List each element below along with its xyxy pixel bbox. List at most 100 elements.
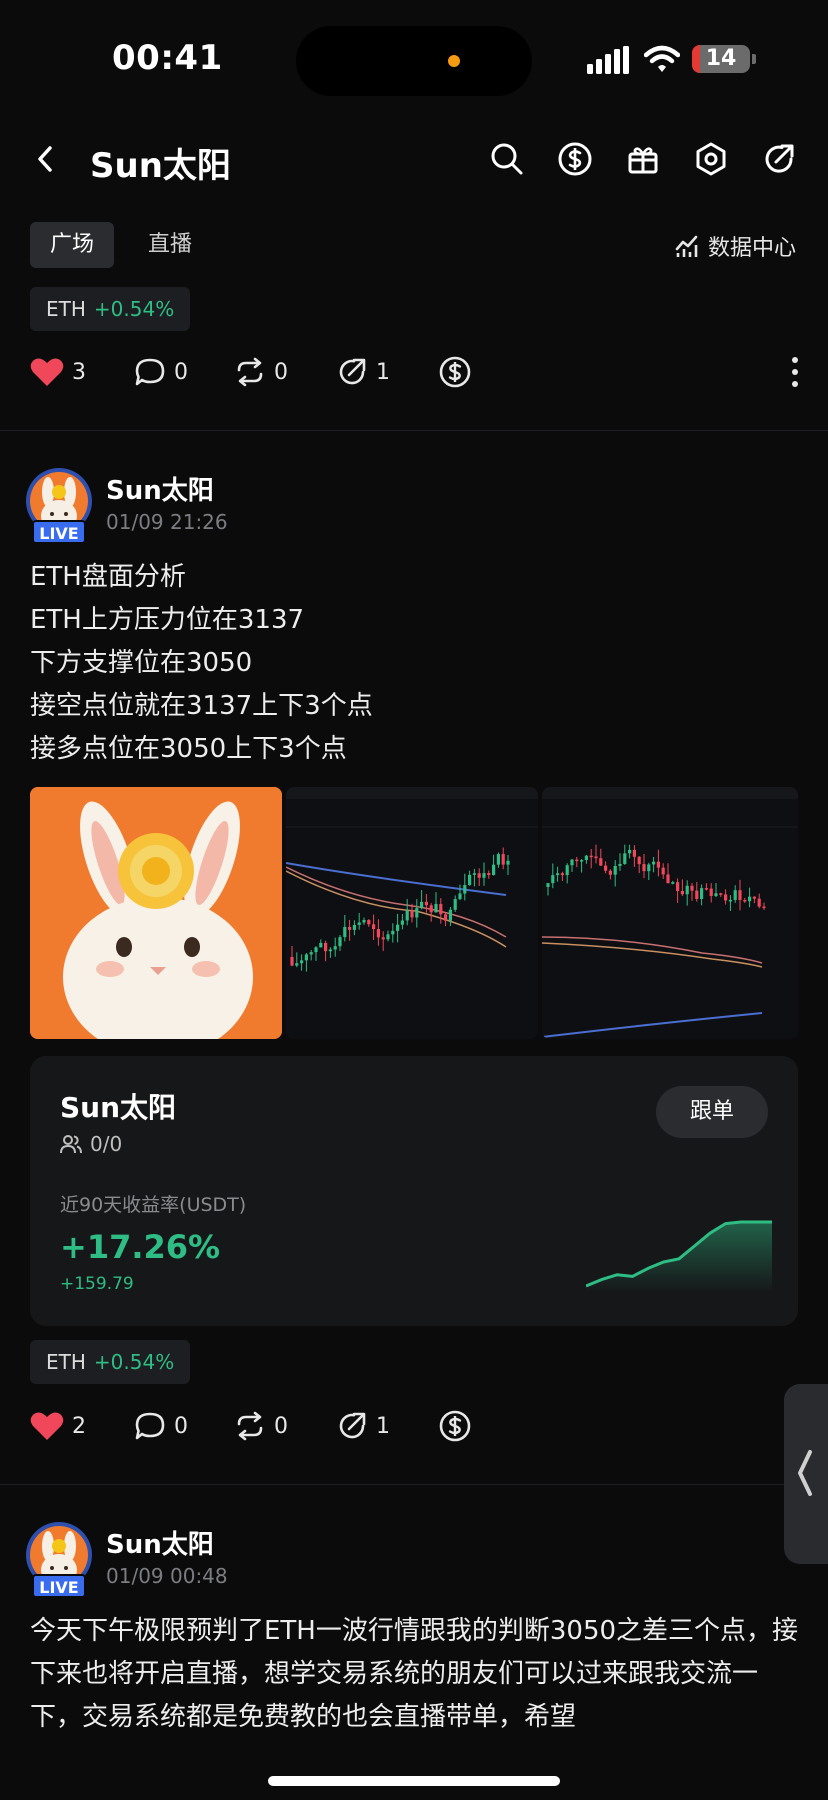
post-divider	[0, 1484, 828, 1485]
coin-tag[interactable]: ETH +0.54%	[30, 1340, 191, 1384]
candle-body	[482, 873, 486, 878]
candle-body	[551, 875, 555, 884]
yield-label: 近90天收益率(USDT)	[60, 1194, 247, 1216]
data-center-label: 数据中心	[707, 236, 796, 261]
repost-count: 0	[274, 359, 288, 385]
repost-icon	[237, 1411, 263, 1441]
repost-count: 0	[274, 1413, 288, 1439]
candle-body	[748, 896, 752, 902]
tab-square[interactable]: 广场	[30, 222, 115, 268]
copy-trade-button[interactable]: 跟单	[656, 1086, 768, 1138]
candle-body	[391, 930, 395, 935]
share-count: 1	[376, 1413, 390, 1439]
repost-button[interactable]: 0	[234, 1406, 288, 1446]
candle-body	[410, 910, 414, 918]
candle-body	[304, 954, 308, 961]
follower-count-value: 0/0	[90, 1132, 123, 1156]
candle-body	[570, 859, 574, 866]
candle-body	[604, 865, 608, 871]
candle-body	[439, 903, 443, 915]
battery-icon: 14	[692, 45, 750, 73]
candle-body	[700, 888, 704, 899]
candle-body	[300, 960, 304, 964]
comment-button[interactable]: 0	[134, 352, 188, 392]
share-icon	[339, 358, 366, 385]
data-center-link[interactable]: 数据中心	[674, 230, 796, 262]
like-button[interactable]: 3	[30, 352, 86, 392]
chevron-left-icon	[798, 1450, 812, 1496]
candle-body	[613, 865, 617, 875]
candle-body	[637, 856, 641, 865]
coin-tag[interactable]: ETH +0.54%	[30, 287, 191, 331]
like-button[interactable]: 2	[30, 1406, 86, 1446]
coin-change: +0.54%	[93, 297, 175, 321]
candle-body	[565, 865, 569, 876]
gift-icon[interactable]	[624, 140, 662, 178]
candle-body	[348, 926, 352, 930]
candle-body	[477, 873, 481, 878]
data-chart-icon	[675, 235, 698, 257]
candle-body	[671, 882, 675, 884]
candle-body	[685, 885, 689, 895]
candle-body	[728, 899, 732, 902]
author-name[interactable]: Sun太阳	[106, 1524, 214, 1561]
candle-body	[309, 952, 313, 955]
post-image-chart-1[interactable]	[286, 787, 538, 1039]
tip-button[interactable]	[438, 352, 472, 392]
candle-body	[448, 909, 452, 921]
author-name[interactable]: Sun太阳	[106, 470, 214, 507]
share-count: 1	[376, 359, 390, 385]
yield-sparkline	[586, 1220, 772, 1292]
candle-body	[314, 947, 318, 953]
battery-percent: 14	[705, 46, 737, 71]
post-actions: 3 0 0 1	[30, 352, 800, 392]
repost-button[interactable]: 0	[234, 352, 288, 392]
candle-body	[738, 890, 742, 901]
side-panel-handle[interactable]	[784, 1384, 828, 1564]
candle-body	[752, 896, 756, 899]
candle-body	[400, 920, 404, 925]
tab-live[interactable]: 直播	[128, 222, 212, 268]
tip-dollar-icon	[439, 356, 471, 388]
post-line: ETH上方压力位在3137	[30, 605, 305, 635]
candle-body	[546, 883, 550, 887]
candle-body	[709, 888, 713, 897]
candle-body	[386, 934, 390, 940]
post-image-rabbit[interactable]	[30, 787, 282, 1039]
candle-body	[690, 885, 694, 891]
candle-body	[453, 899, 457, 910]
back-arrow-icon[interactable]	[32, 140, 60, 178]
comment-button[interactable]: 0	[134, 1406, 188, 1446]
candle-body	[343, 926, 347, 938]
candle-body	[666, 874, 670, 884]
candle-body	[444, 914, 448, 921]
status-bar: 00:41 14	[0, 0, 828, 110]
candle-body	[290, 957, 294, 966]
post-body: 今天下午极限预判了ETH一波行情跟我的判断3050之差三个点，接下来也将开启直播…	[30, 1616, 799, 1732]
post-line: ETH盘面分析	[30, 562, 186, 592]
candle-body	[319, 942, 323, 948]
status-time: 00:41	[112, 38, 223, 78]
search-icon[interactable]	[488, 140, 526, 178]
trader-name: Sun太阳	[60, 1091, 177, 1124]
candle-body	[589, 855, 593, 858]
share-button[interactable]: 1	[336, 1406, 390, 1446]
share-button[interactable]: 1	[336, 352, 390, 392]
dollar-circle-icon[interactable]	[556, 140, 594, 178]
post-image-chart-2[interactable]	[542, 787, 798, 1039]
candle-body	[632, 849, 636, 857]
dynamic-island	[296, 26, 532, 96]
copy-trade-card[interactable]: Sun太阳 0/0 跟单 近90天收益率(USDT) +17.26% +159.…	[30, 1056, 798, 1326]
more-vertical-icon[interactable]	[790, 356, 800, 388]
candle-body	[733, 890, 737, 900]
candle-body	[429, 905, 433, 913]
candle-body	[381, 937, 385, 940]
cellular-signal-icon	[587, 46, 629, 74]
settings-hexagon-icon[interactable]	[692, 140, 730, 178]
like-count: 3	[72, 359, 86, 385]
share-icon[interactable]	[760, 140, 798, 178]
tip-button[interactable]	[438, 1406, 472, 1446]
candle-body	[676, 882, 680, 891]
comment-icon	[135, 1412, 165, 1440]
post-line: 下方支撑位在3050	[30, 648, 253, 678]
